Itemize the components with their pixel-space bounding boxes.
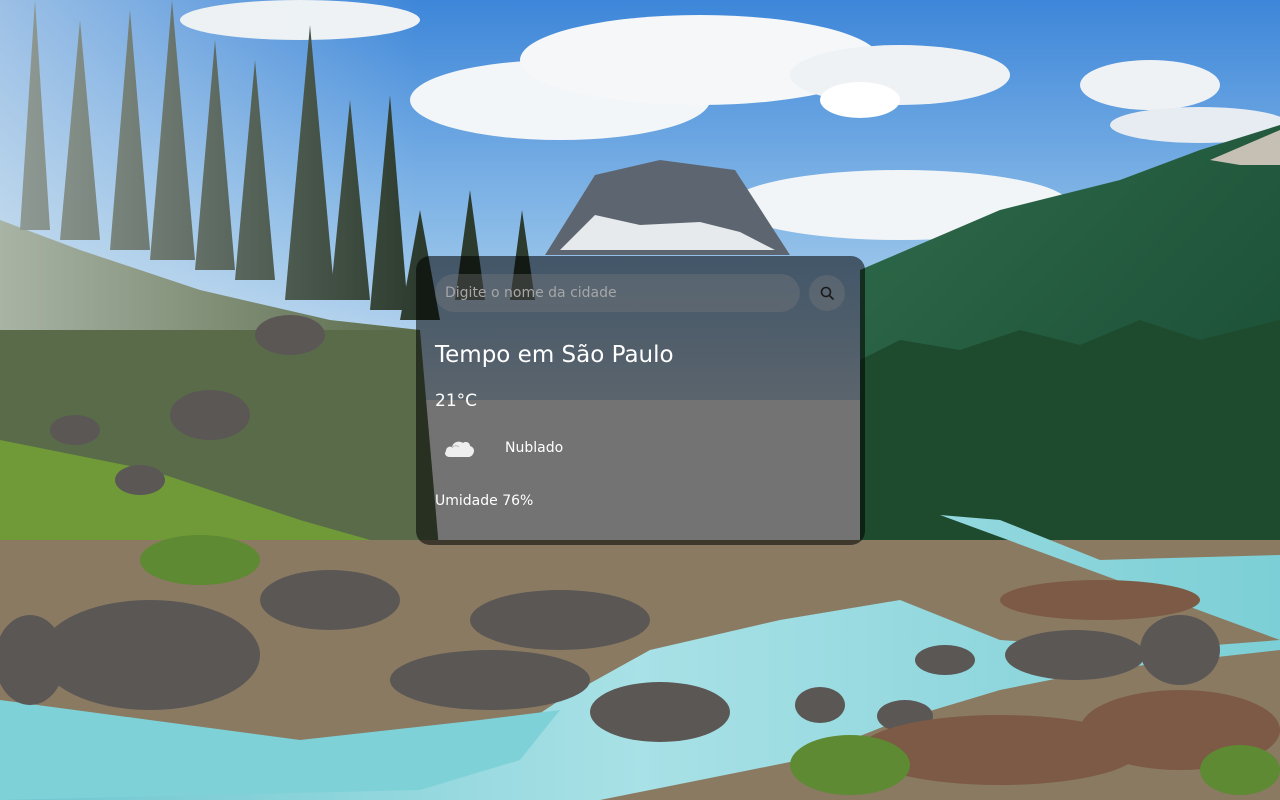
- search-bar: [435, 274, 846, 312]
- cloud-icon: [445, 441, 474, 457]
- weather-card: Tempo em São Paulo 21°C Nublado Umidade …: [416, 256, 865, 545]
- city-title: Tempo em São Paulo: [435, 342, 674, 368]
- search-button[interactable]: [809, 275, 845, 311]
- condition-text: Nublado: [505, 439, 564, 456]
- temperature: 21°C: [435, 390, 478, 411]
- search-icon: [820, 286, 834, 300]
- condition-row: Nublado: [435, 433, 846, 463]
- humidity: Umidade 76%: [435, 492, 534, 509]
- city-search-input[interactable]: [435, 274, 800, 312]
